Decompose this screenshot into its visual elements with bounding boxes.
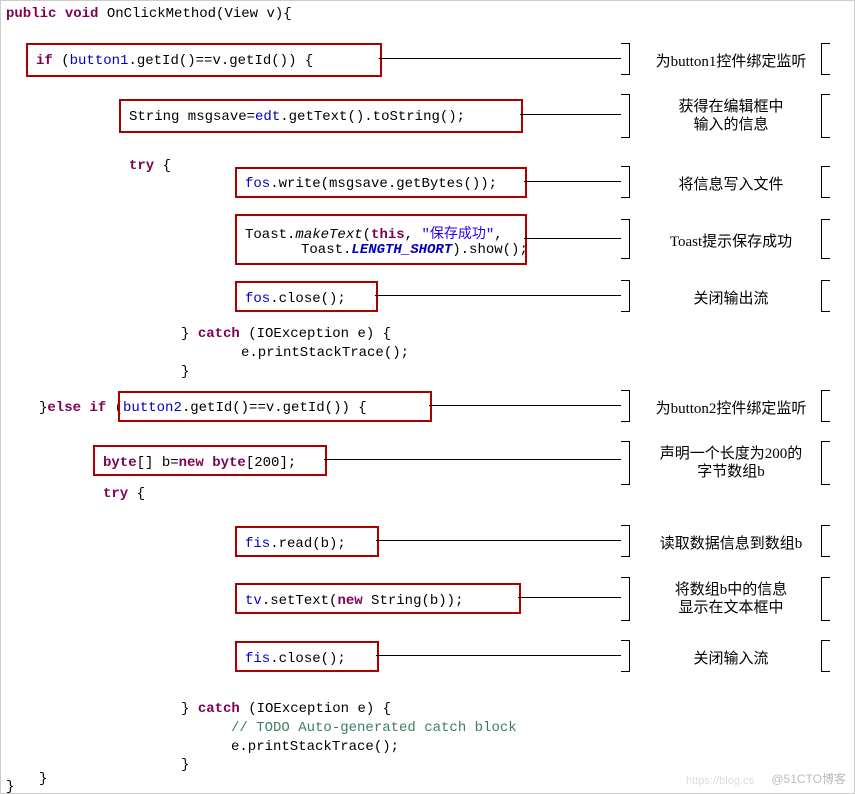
annot-a2: 获得在编辑框中输入的信息 xyxy=(641,98,821,134)
connector-a2 xyxy=(520,114,621,115)
annot-a7: 声明一个长度为200的字节数组b xyxy=(641,445,821,481)
redbox-msgsave xyxy=(119,99,523,133)
code-close1: } xyxy=(181,364,189,380)
connector-a9 xyxy=(518,597,621,598)
redbox-fos-close xyxy=(235,281,378,312)
bracket-a9 xyxy=(621,577,630,621)
bracket-a7r xyxy=(821,441,830,485)
code-catch1: } catch (IOException e) { xyxy=(181,326,391,342)
connector-a1 xyxy=(379,58,621,59)
annot-a10: 关闭输入流 xyxy=(641,647,821,668)
code-todo: // TODO Auto-generated catch block xyxy=(231,720,517,736)
redbox-tv xyxy=(235,583,521,614)
annot-a4: Toast提示保存成功 xyxy=(641,230,821,251)
code-stack2: e.printStackTrace(); xyxy=(231,739,399,755)
diagram-root: public void OnClickMethod(View v){ if (b… xyxy=(0,0,855,794)
bracket-a10r xyxy=(821,640,830,672)
code-line-1: public void OnClickMethod(View v){ xyxy=(6,6,292,22)
watermark-url: https://blog.cs xyxy=(686,775,754,787)
bracket-a2r xyxy=(821,94,830,138)
code-catch2: } catch (IOException e) { xyxy=(181,701,391,717)
bracket-a6 xyxy=(621,390,630,422)
connector-a8 xyxy=(376,540,621,541)
bracket-a5 xyxy=(621,280,630,312)
bracket-a4r xyxy=(821,219,830,259)
bracket-a4 xyxy=(621,219,630,259)
redbox-byte xyxy=(93,445,327,476)
bracket-a1 xyxy=(621,43,630,75)
redbox-fis-close xyxy=(235,641,379,672)
connector-a7 xyxy=(324,459,621,460)
bracket-a6r xyxy=(821,390,830,422)
bracket-a10 xyxy=(621,640,630,672)
bracket-a8 xyxy=(621,525,630,557)
code-close3: } xyxy=(39,771,47,787)
bracket-a3r xyxy=(821,166,830,198)
code-close2: } xyxy=(181,757,189,773)
redbox-elseif xyxy=(118,391,432,422)
bracket-a3 xyxy=(621,166,630,198)
bracket-a9r xyxy=(821,577,830,621)
connector-a10 xyxy=(376,655,621,656)
redbox-fos-write xyxy=(235,167,527,198)
annot-a8: 读取数据信息到数组b xyxy=(641,532,821,553)
annot-a1: 为button1控件绑定监听 xyxy=(641,50,821,71)
annot-a3: 将信息写入文件 xyxy=(641,173,821,194)
code-stack1: e.printStackTrace(); xyxy=(241,345,409,361)
connector-a4 xyxy=(524,238,621,239)
redbox-fis-read xyxy=(235,526,379,557)
bracket-a7 xyxy=(621,441,630,485)
connector-a5 xyxy=(375,295,621,296)
connector-a3 xyxy=(524,181,621,182)
bracket-a1r xyxy=(821,43,830,75)
code-try2: try { xyxy=(103,486,145,502)
code-close4: } xyxy=(6,779,14,794)
annot-a5: 关闭输出流 xyxy=(641,287,821,308)
watermark: @51CTO博客 xyxy=(771,770,846,787)
annot-a6: 为button2控件绑定监听 xyxy=(641,397,821,418)
connector-a6 xyxy=(429,405,621,406)
bracket-a8r xyxy=(821,525,830,557)
annot-a9: 将数组b中的信息显示在文本框中 xyxy=(641,581,821,617)
redbox-toast xyxy=(235,214,527,265)
bracket-a2 xyxy=(621,94,630,138)
redbox-if xyxy=(26,43,382,77)
code-try1: try { xyxy=(129,158,171,174)
bracket-a5r xyxy=(821,280,830,312)
